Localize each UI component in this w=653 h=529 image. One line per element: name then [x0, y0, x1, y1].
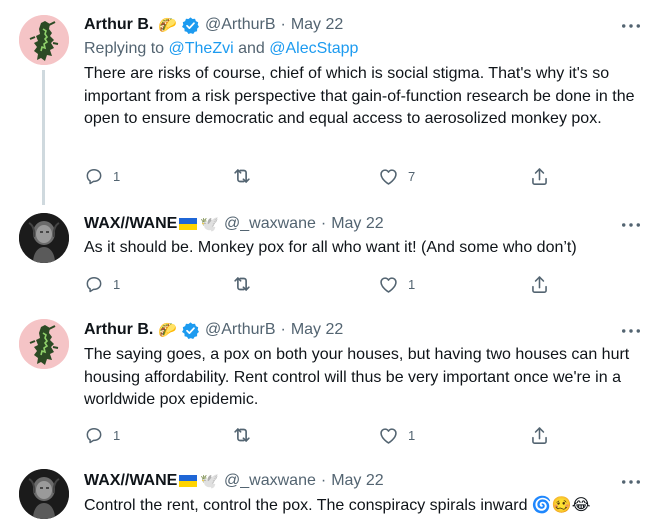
action-bar: 1 7 [84, 164, 564, 188]
more-icon[interactable] [620, 473, 642, 491]
share-button[interactable] [529, 423, 550, 447]
like-count: 1 [408, 427, 416, 443]
share-button[interactable] [529, 272, 550, 296]
more-icon[interactable] [620, 216, 642, 234]
tweet-header: Arthur B. 🌮 @ArthurB · May 22 [84, 319, 343, 341]
separator: · [320, 215, 327, 232]
tweet-date[interactable]: May 22 [291, 321, 343, 339]
like-icon [378, 274, 399, 295]
name-emoji: 🌮 [158, 16, 178, 34]
avatar-image [19, 469, 69, 519]
retweet-button[interactable] [231, 272, 262, 296]
name-emoji: 🌮 [158, 321, 178, 339]
reply-count: 1 [113, 427, 121, 443]
reply-button[interactable]: 1 [84, 423, 120, 447]
author-name[interactable]: WAX//WANE [84, 472, 177, 490]
mention-link[interactable]: @AlecStapp [269, 40, 358, 57]
reply-icon [84, 425, 104, 445]
avatar[interactable] [19, 469, 69, 519]
author-name[interactable]: Arthur B. [84, 321, 153, 339]
tweet-2[interactable]: WAX//WANE 🕊️ @_waxwane · May 22 As it sh… [0, 201, 653, 307]
tweet-date[interactable]: May 22 [331, 215, 383, 233]
tweet-text: Control the rent, control the pox. The c… [84, 497, 591, 514]
separator: · [280, 321, 286, 338]
tweet-date[interactable]: May 22 [291, 16, 343, 34]
verified-badge-icon [181, 16, 200, 35]
avatar[interactable] [19, 319, 69, 369]
tweet-text: As it should be. Monkey pox for all who … [84, 239, 577, 256]
share-icon [529, 274, 550, 295]
author-name[interactable]: WAX//WANE [84, 215, 177, 233]
avatar[interactable] [19, 213, 69, 263]
reply-count: 1 [113, 168, 121, 184]
author-handle[interactable]: @ArthurB [205, 321, 275, 339]
more-icon[interactable] [620, 17, 642, 35]
name-emoji: 🕊️ [200, 472, 220, 490]
retweet-button[interactable] [231, 164, 262, 188]
like-count: 1 [408, 276, 416, 292]
author-handle[interactable]: @ArthurB [205, 16, 275, 34]
share-icon [529, 425, 550, 446]
author-handle[interactable]: @_waxwane [224, 472, 316, 490]
verified-badge-icon [181, 321, 200, 340]
reply-icon [84, 274, 104, 294]
like-button[interactable]: 1 [378, 272, 415, 296]
retweet-icon [231, 165, 253, 187]
more-icon[interactable] [620, 322, 642, 340]
name-emoji: 🕊️ [200, 215, 220, 233]
replying-and: and [233, 40, 270, 57]
reply-button[interactable]: 1 [84, 164, 120, 188]
tweet-text: There are risks of course, chief of whic… [84, 65, 635, 127]
retweet-icon [231, 424, 253, 446]
separator: · [320, 472, 327, 489]
reply-count: 1 [113, 276, 121, 292]
like-button[interactable]: 7 [378, 164, 415, 188]
retweet-button[interactable] [231, 423, 262, 447]
action-bar: 1 1 [84, 423, 564, 447]
tweet-3[interactable]: Arthur B. 🌮 @ArthurB · May 22 The saying… [0, 307, 653, 457]
replying-to: Replying to @TheZvi and @AlecStapp [84, 40, 358, 58]
tweet-date[interactable]: May 22 [331, 472, 383, 490]
reply-icon [84, 166, 104, 186]
like-button[interactable]: 1 [378, 423, 415, 447]
share-button[interactable] [529, 164, 550, 188]
tweet-header: Arthur B. 🌮 @ArthurB · May 22 [84, 14, 343, 36]
author-name[interactable]: Arthur B. [84, 16, 153, 34]
tweet-header: WAX//WANE 🕊️ @_waxwane · May 22 [84, 213, 384, 235]
avatar-image [19, 15, 69, 65]
separator: · [280, 16, 286, 33]
tweet-header: WAX//WANE 🕊️ @_waxwane · May 22 [84, 470, 384, 492]
like-count: 7 [408, 168, 416, 184]
avatar-image [19, 319, 69, 369]
reply-button[interactable]: 1 [84, 272, 120, 296]
author-handle[interactable]: @_waxwane [224, 215, 316, 233]
tweet-1[interactable]: Arthur B. 🌮 @ArthurB · May 22 Replying t… [0, 0, 653, 205]
ukraine-flag-icon [179, 218, 198, 230]
like-icon [378, 425, 399, 446]
tweet-text: The saying goes, a pox on both your hous… [84, 346, 630, 408]
retweet-icon [231, 273, 253, 295]
replying-to-label: Replying to [84, 40, 169, 57]
avatar[interactable] [19, 15, 69, 65]
action-bar: 1 1 [84, 272, 564, 296]
mention-link[interactable]: @TheZvi [169, 40, 234, 57]
avatar-image [19, 213, 69, 263]
share-icon [529, 166, 550, 187]
tweet-4[interactable]: WAX//WANE 🕊️ @_waxwane · May 22 Control … [0, 457, 653, 529]
ukraine-flag-icon [179, 475, 198, 487]
thread-line [42, 70, 45, 205]
like-icon [378, 166, 399, 187]
